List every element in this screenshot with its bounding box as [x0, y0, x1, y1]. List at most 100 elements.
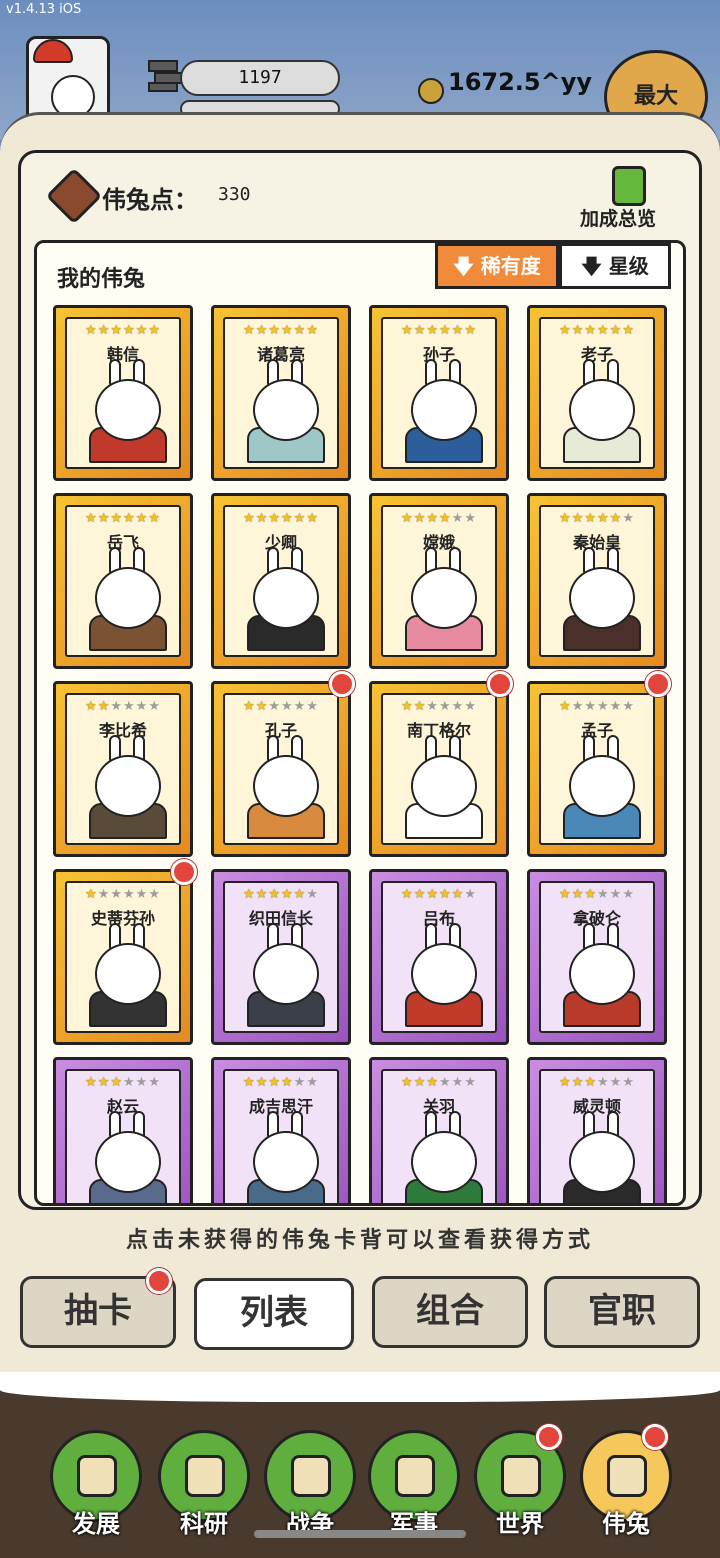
star-icon: ★: [413, 323, 427, 338]
hero-card[interactable]: ★★★★★★ 史蒂芬孙: [53, 869, 193, 1045]
hero-card[interactable]: ★★★★★★ 织田信长: [211, 869, 351, 1045]
star-rating: ★★★★★★: [67, 323, 179, 338]
rabbit-hero-icon: [411, 1131, 477, 1193]
hero-name: 成吉思汗: [248, 1097, 313, 1116]
star-icon: ★: [268, 511, 281, 526]
star-icon: ★: [584, 323, 597, 338]
star-icon: ★: [439, 1075, 452, 1090]
star-icon: ★: [148, 323, 161, 338]
star-icon: ★: [426, 323, 439, 338]
star-rating: ★★★★★★: [67, 699, 179, 714]
star-icon: ★: [559, 699, 572, 714]
star-icon: ★: [584, 699, 597, 714]
star-icon: ★: [426, 699, 439, 714]
star-rating: ★★★★★★: [383, 511, 495, 526]
hero-name: 赵云: [106, 1097, 139, 1116]
hero-card[interactable]: ★★★★★★ 李比希: [53, 681, 193, 857]
notification-dot: [642, 1424, 668, 1450]
star-icon: ★: [243, 1075, 256, 1090]
star-icon: ★: [135, 887, 149, 902]
star-rating: ★★★★★★: [225, 887, 337, 902]
star-icon: ★: [123, 1075, 136, 1090]
star-icon: ★: [97, 511, 111, 526]
notification-dot: [171, 859, 197, 885]
hero-name: 老子: [580, 345, 613, 364]
sort-stars-button[interactable]: 🡇 星级: [559, 243, 671, 289]
card-face: ★★★★★★ 成吉思汗: [223, 1069, 339, 1203]
star-icon: ★: [451, 1075, 465, 1090]
hero-card[interactable]: ★★★★★★ 韩信: [53, 305, 193, 481]
star-icon: ★: [85, 887, 98, 902]
tab-label: 抽卡: [64, 1291, 132, 1331]
hero-card[interactable]: ★★★★★★ 吕布: [369, 869, 509, 1045]
star-icon: ★: [123, 699, 136, 714]
star-icon: ★: [571, 887, 585, 902]
notification-dot: [536, 1424, 562, 1450]
star-icon: ★: [464, 323, 477, 338]
hero-card[interactable]: ★★★★★★ 南丁格尔: [369, 681, 509, 857]
star-icon: ★: [622, 323, 635, 338]
star-icon: ★: [306, 887, 319, 902]
card-face: ★★★★★★ 李比希: [65, 693, 181, 845]
collection-title: 我的伟兔: [57, 267, 146, 292]
star-rating: ★★★★★★: [541, 511, 653, 526]
tab-2[interactable]: 组合: [372, 1276, 528, 1348]
star-icon: ★: [281, 1075, 294, 1090]
star-icon: ★: [451, 323, 465, 338]
snow-edge: [0, 1372, 720, 1402]
star-icon: ★: [293, 1075, 307, 1090]
card-face: ★★★★★★ 吕布: [381, 881, 497, 1033]
rabbit-hero-icon: [411, 379, 477, 441]
hero-card[interactable]: ★★★★★★ 关羽: [369, 1057, 509, 1203]
star-icon: ★: [464, 1075, 477, 1090]
hero-card[interactable]: ★★★★★★ 秦始皇: [527, 493, 667, 669]
card-face: ★★★★★★ 岳飞: [65, 505, 181, 657]
document-icon[interactable]: [612, 166, 646, 206]
rabbit-hero-icon: [253, 379, 319, 441]
hero-name: 关羽: [422, 1097, 455, 1116]
hero-card[interactable]: ★★★★★★ 成吉思汗: [211, 1057, 351, 1203]
star-icon: ★: [597, 887, 610, 902]
star-rating: ★★★★★★: [383, 887, 495, 902]
hero-card[interactable]: ★★★★★★ 赵云: [53, 1057, 193, 1203]
tab-3[interactable]: 官职: [544, 1276, 700, 1348]
hero-card[interactable]: ★★★★★★ 拿破仑: [527, 869, 667, 1045]
star-icon: ★: [135, 511, 149, 526]
card-face: ★★★★★★ 关羽: [381, 1069, 497, 1203]
card-face: ★★★★★★ 韩信: [65, 317, 181, 469]
star-icon: ★: [135, 323, 149, 338]
star-icon: ★: [268, 887, 281, 902]
hero-name: 史蒂芬孙: [90, 909, 155, 928]
hero-card[interactable]: ★★★★★★ 老子: [527, 305, 667, 481]
growth-icon: [77, 1455, 117, 1497]
hero-card[interactable]: ★★★★★★ 孙子: [369, 305, 509, 481]
globe-icon: [501, 1455, 541, 1497]
hero-name: 岳飞: [106, 533, 139, 552]
star-icon: ★: [110, 1075, 123, 1090]
hero-name: 孙子: [422, 345, 455, 364]
hero-card[interactable]: ★★★★★★ 嫦娥: [369, 493, 509, 669]
hero-card[interactable]: ★★★★★★ 诸葛亮: [211, 305, 351, 481]
nav-label: 发展: [72, 1510, 120, 1538]
hero-card[interactable]: ★★★★★★ 少卿: [211, 493, 351, 669]
star-icon: ★: [293, 511, 307, 526]
hero-card[interactable]: ★★★★★★ 孔子: [211, 681, 351, 857]
hero-card[interactable]: ★★★★★★ 孟子: [527, 681, 667, 857]
hero-name: 诸葛亮: [256, 345, 305, 364]
bonus-overview-button[interactable]: 加成总览: [580, 204, 656, 231]
star-icon: ★: [293, 699, 307, 714]
hero-card[interactable]: ★★★★★★ 岳飞: [53, 493, 193, 669]
hero-card[interactable]: ★★★★★★ 威灵顿: [527, 1057, 667, 1203]
hero-name: 秦始皇: [572, 533, 621, 552]
tab-1[interactable]: 列表: [194, 1278, 354, 1350]
star-icon: ★: [85, 323, 98, 338]
star-icon: ★: [426, 1075, 439, 1090]
sort-rarity-button[interactable]: 🡇 稀有度: [435, 243, 559, 289]
home-indicator[interactable]: [254, 1530, 466, 1538]
star-icon: ★: [439, 699, 452, 714]
star-icon: ★: [559, 1075, 572, 1090]
rabbit-hero-icon: [569, 943, 635, 1005]
star-icon: ★: [268, 1075, 281, 1090]
hero-name: 吕布: [422, 909, 455, 928]
star-icon: ★: [559, 323, 572, 338]
